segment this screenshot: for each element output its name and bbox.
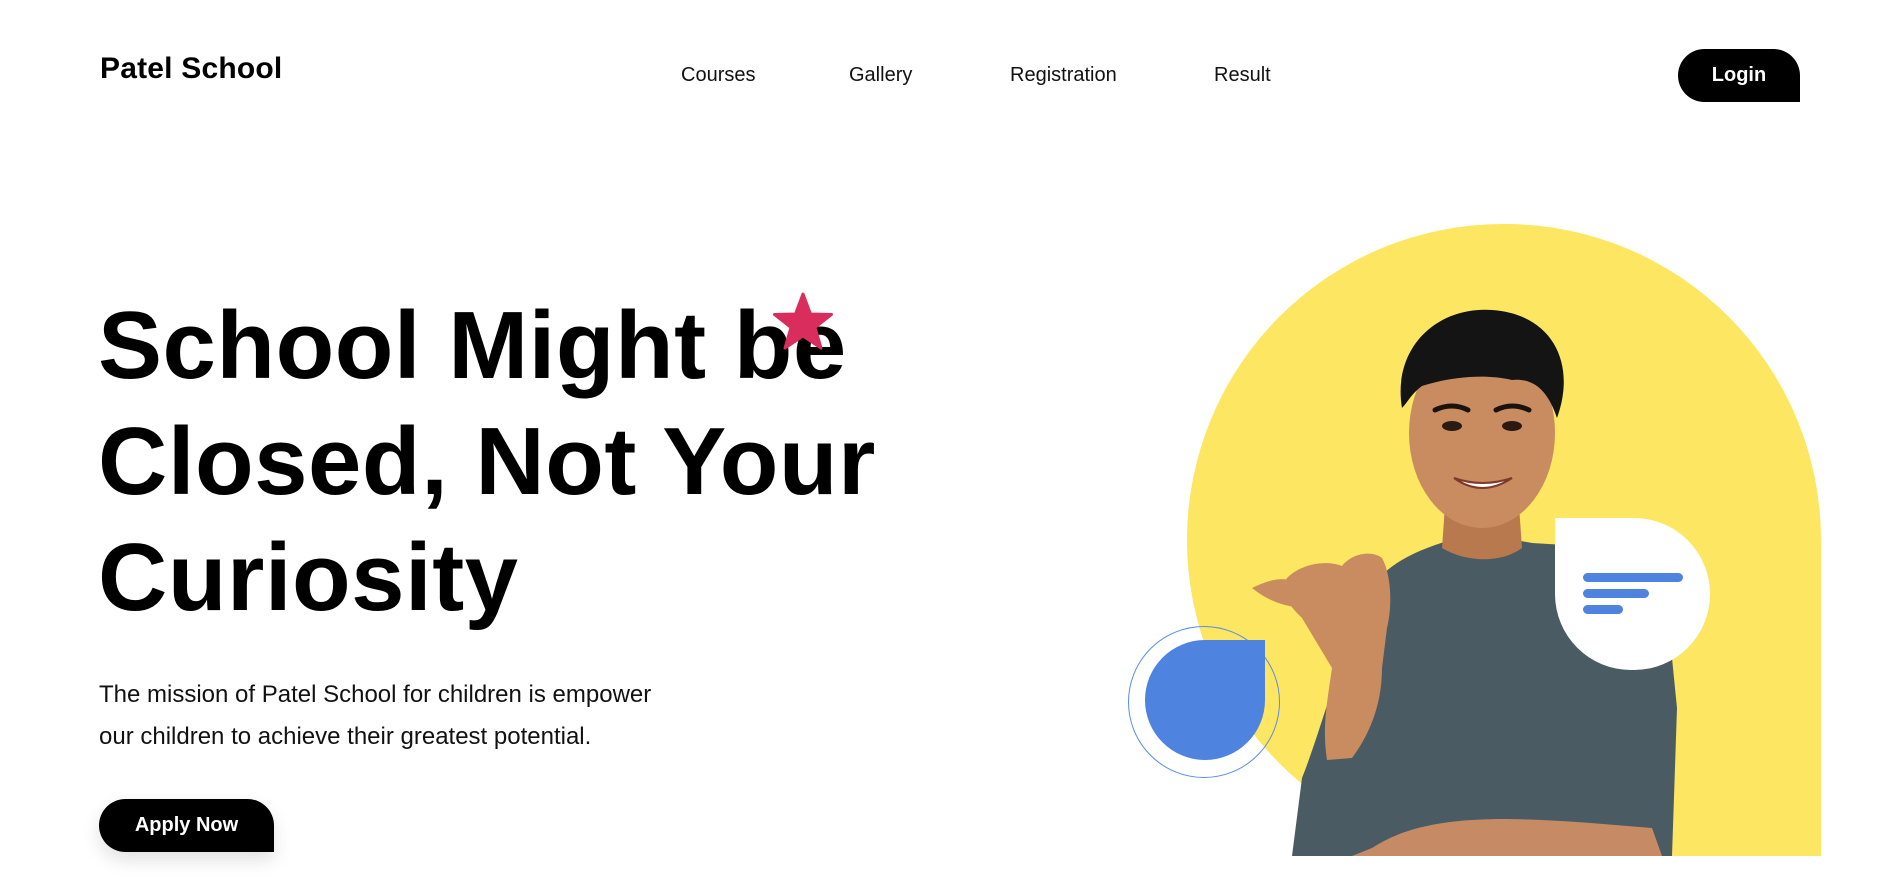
hero-description: The mission of Patel School for children… xyxy=(99,674,699,758)
apply-now-button[interactable]: Apply Now xyxy=(99,799,274,852)
nav-courses[interactable]: Courses xyxy=(681,64,755,87)
main-nav: Courses Gallery Registration Result xyxy=(0,64,1900,88)
bubble-line xyxy=(1583,589,1649,598)
hero-title: School Might be Closed, Not Your Curiosi… xyxy=(98,288,878,636)
login-button[interactable]: Login xyxy=(1678,49,1800,102)
message-bubble-icon xyxy=(1555,518,1710,670)
hero-title-line-3: Curiosity xyxy=(98,524,519,631)
star-icon xyxy=(773,292,833,350)
bubble-line xyxy=(1583,605,1623,614)
nav-registration[interactable]: Registration xyxy=(1010,64,1117,87)
bubble-line xyxy=(1583,573,1683,582)
hero-illustration xyxy=(1120,220,1840,860)
hero-title-line-2: Closed, Not Your xyxy=(98,408,876,515)
hero-description-line-2: our children to achieve their greatest p… xyxy=(99,723,592,750)
nav-gallery[interactable]: Gallery xyxy=(849,64,912,87)
hero-title-line-1: School Might be xyxy=(98,292,847,399)
nav-result[interactable]: Result xyxy=(1214,64,1271,87)
hero-description-line-1: The mission of Patel School for children… xyxy=(99,681,652,708)
